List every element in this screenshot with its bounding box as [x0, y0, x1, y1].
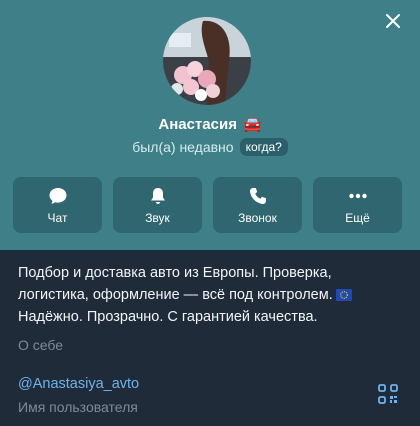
close-icon [386, 14, 400, 28]
qr-code-icon [378, 384, 398, 404]
chat-button[interactable]: Чат [13, 177, 102, 233]
more-label: Ещё [345, 211, 370, 225]
avatar-photo [163, 17, 251, 105]
about-caption: О себе [18, 337, 64, 353]
bio-line-text: логистика, оформление — всё под контроле… [18, 287, 333, 303]
more-button[interactable]: Ещё [313, 177, 402, 233]
avatar[interactable] [163, 17, 251, 105]
call-button[interactable]: Звонок [213, 177, 302, 233]
username-link[interactable]: @Anastasiya_avto [18, 376, 139, 392]
more-icon [348, 193, 367, 199]
call-label: Звонок [238, 211, 277, 225]
profile-header: Анастасия 🚘 был(а) недавно когда? Чат Зв… [0, 0, 420, 250]
last-seen-status: был(а) недавно [132, 139, 234, 155]
bio-line: логистика, оформление — всё под контроле… [18, 284, 408, 306]
phone-icon [249, 188, 266, 204]
eu-flag-icon [335, 289, 352, 301]
profile-name: Анастасия [158, 116, 237, 133]
bio-text: Подбор и доставка авто из Европы. Провер… [18, 262, 408, 328]
bell-icon [150, 188, 165, 204]
sound-button[interactable]: Звук [113, 177, 202, 233]
bio-line: Подбор и доставка авто из Европы. Провер… [18, 265, 332, 281]
car-emoji: 🚘 [242, 115, 262, 133]
chat-label: Чат [47, 211, 68, 225]
username-caption: Имя пользователя [18, 399, 138, 415]
sound-label: Звук [145, 211, 170, 225]
action-bar: Чат Звук Звонок Ещё [13, 177, 413, 233]
bio-line: Надёжно. Прозрачно. С гарантией качества… [18, 309, 318, 325]
qr-code-button[interactable] [378, 384, 398, 404]
chat-icon [49, 188, 66, 204]
when-button[interactable]: когда? [239, 138, 288, 156]
close-button[interactable] [378, 6, 408, 36]
